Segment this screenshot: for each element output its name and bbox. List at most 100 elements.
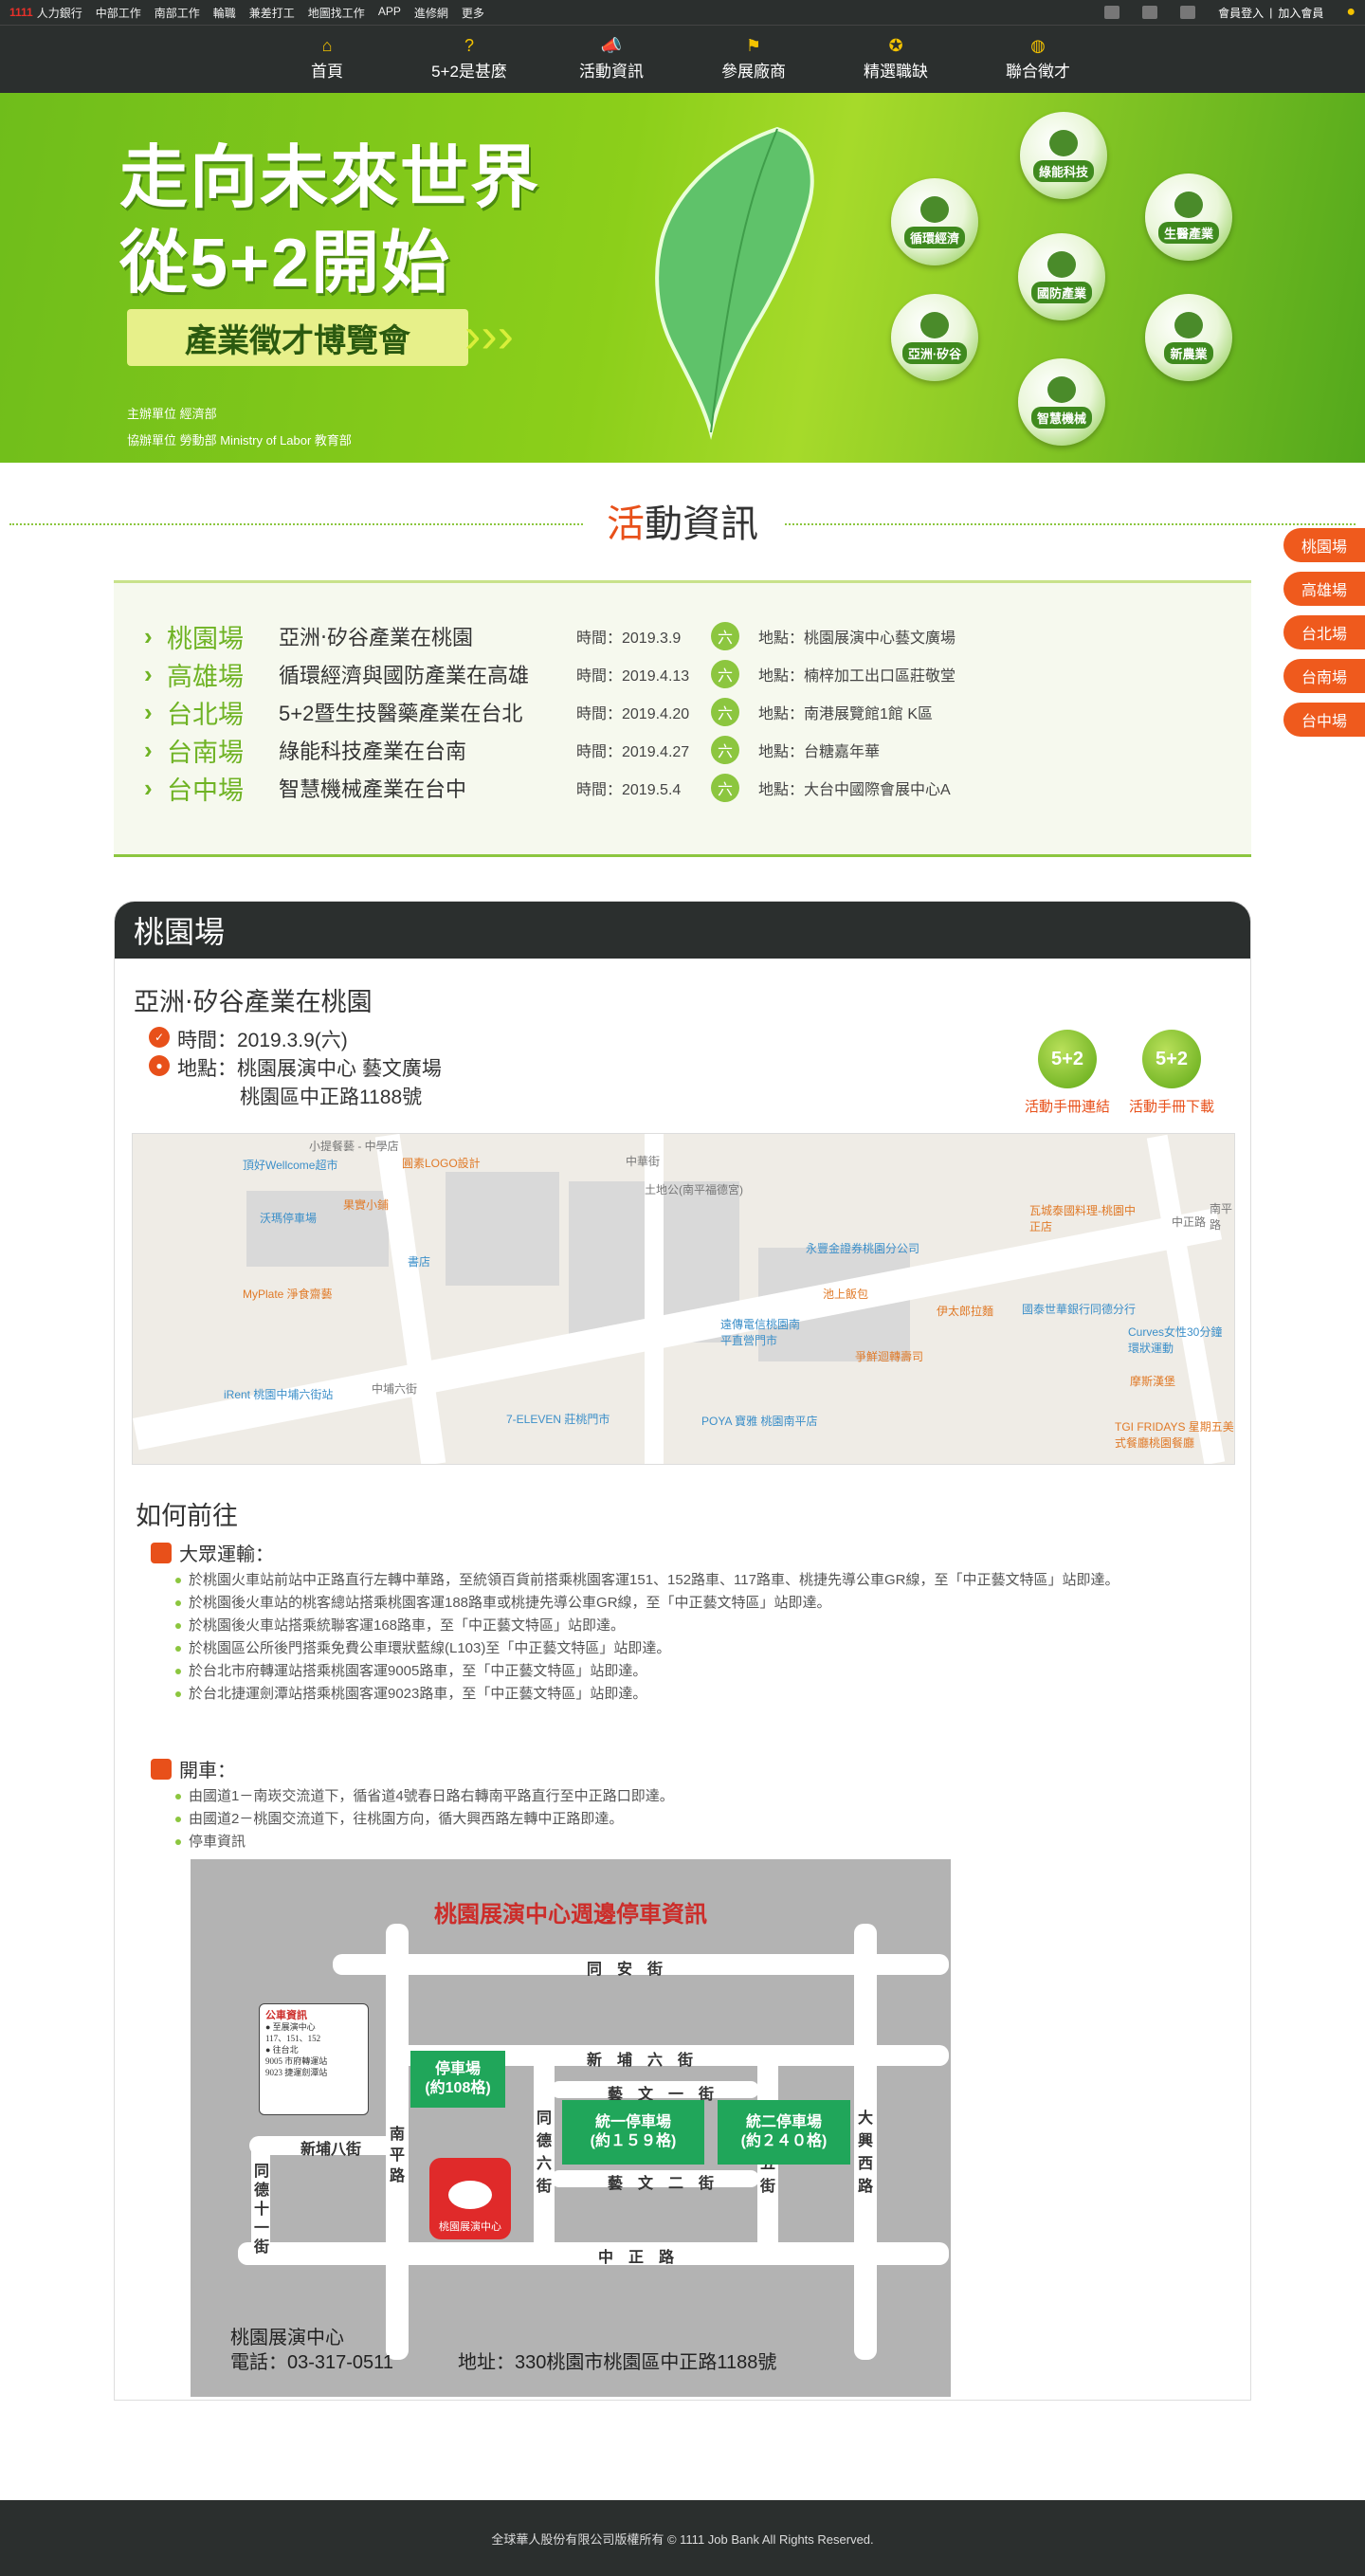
bubble-circular-economy[interactable]: 循環經濟 [891,178,978,265]
bus-info-note: 公車資訊 ● 至展演中心 117、151、152 ● 往台北 9005 市府轉運… [259,2003,369,2115]
home-icon: ⌂ [321,36,333,55]
schedule-city[interactable]: 桃園場 [167,618,279,655]
side-tab-tainan[interactable]: 台南場 [1283,659,1365,693]
chevron-right-icon: › [144,697,153,726]
schedule-city[interactable]: 台北場 [167,694,279,731]
schedule-row[interactable]: › 台南場 綠能科技產業在台南 時間：2019.4.27 六 地點：台糖嘉年華 [144,735,880,767]
venue-side-tabs: 桃園場 高雄場 台北場 台南場 台中場 [1283,528,1365,737]
list-item: 於台北市府轉運站搭乘桃園客運9005路車，至「中正藝文特區」站即達。 [175,1660,1228,1683]
venue-address: 桃園區中正路1188號 [240,1087,423,1108]
map-label: 遠傳電信桃園南平直營門市 [720,1318,801,1347]
map-label: 摩斯漢堡 [1130,1375,1176,1388]
venue-logo: 桃園展演中心 [429,2158,511,2239]
rocket-icon [1047,250,1076,278]
copyright-text: 全球華人股份有限公司版權所有 © 1111 Job Bank All Right… [491,2531,874,2547]
banner-headline-2: 從5+2開始 [119,226,452,301]
divider: | [1269,6,1273,19]
schedule-row[interactable]: › 台北場 5+2暨生技醫藥產業在台北 時間：2019.4.20 六 地點：南港展覽館1館… [144,697,933,729]
location-pin-icon: ● [149,1055,170,1076]
schedule-city[interactable]: 台南場 [167,732,279,769]
map-label: POYA 寶雅 桃園南平店 [701,1415,818,1428]
map-label: TGI FRIDAYS 星期五美式餐廳桃園餐廳 [1115,1420,1234,1450]
chevron-right-icon: › [144,735,153,764]
nav-item-events[interactable]: 📣 活動資訊 [540,26,682,93]
bubble-new-agriculture[interactable]: 新農業 [1145,294,1232,381]
schedule-theme: 智慧機械產業在台中 [279,777,467,801]
bubble-smart-machinery[interactable]: 智慧機械 [1018,358,1105,446]
nav-item-exhibitors[interactable]: ⚑ 參展廠商 [682,26,825,93]
handbook-link-label: 活動手冊連結 [1024,1099,1110,1115]
top-link-south[interactable]: 南部工作 [155,5,200,21]
side-tab-taichung[interactable]: 台中場 [1283,703,1365,737]
nav-label: 活動資訊 [579,63,644,81]
bubble-label: 生醫產業 [1157,221,1219,244]
document-icon[interactable] [1142,6,1158,19]
nav-label: 參展廠商 [721,63,786,81]
badge-icon: ✪ [888,36,903,55]
nav-item-jobs[interactable]: ✪ 精選職缺 [825,26,967,93]
side-tab-kaohsiung[interactable]: 高雄場 [1283,572,1365,606]
schedule-time: 時間：2019.4.20 [576,706,690,722]
chevron-right-icon: › [144,621,153,650]
schedule-row[interactable]: › 高雄場 循環經濟與國防產業在高雄 時間：2019.4.13 六 地點：楠梓加工出口區莊… [144,659,956,691]
weekday-badge: 六 [711,622,739,650]
nav-item-home[interactable]: ⌂ 首頁 [256,26,398,93]
member-login-link[interactable]: 會員登入 [1218,5,1264,21]
nav-item-joint[interactable]: ◍ 聯合徵才 [967,26,1109,93]
parking-lot-3: 統二停車場 (約２４０格) [718,2100,850,2165]
side-tab-taipei[interactable]: 台北場 [1283,615,1365,649]
schedule-row[interactable]: › 桃園場 亞洲‧矽谷產業在桃園 時間：2019.3.9 六 地點：桃園展演中心藝文廣場 [144,621,956,653]
chevrons-icon: ››› [464,308,514,363]
bubble-defense[interactable]: 國防產業 [1018,233,1105,320]
bubble-asia-silicon-valley[interactable]: 亞洲·矽谷 [891,294,978,381]
site-logo[interactable]: 1111 [9,6,33,19]
map-label: 7-ELEVEN 莊桃門市 [506,1413,610,1426]
parking-diagram: 桃園展演中心週邊停車資訊 同 安 街 新 埔 六 街 藝 文 一 街 藝 文 二… [191,1859,951,2397]
top-link-map-job[interactable]: 地圖找工作 [308,5,365,21]
map-label: 爭鮮迴轉壽司 [855,1350,924,1363]
side-tab-taoyuan[interactable]: 桃園場 [1283,528,1365,562]
schedule-time: 時間：2019.4.13 [576,668,690,685]
road-zhongzheng [238,2242,949,2265]
top-link-central[interactable]: 中部工作 [96,5,141,21]
schedule-city[interactable]: 台中場 [167,770,279,807]
nav-item-what[interactable]: ? 5+2是甚麼 [398,26,540,93]
road-label-tongde11: 同德十一街 [254,2164,270,2256]
sprout-icon [1174,311,1203,338]
top-link-bank[interactable]: 人力銀行 [37,5,82,21]
map-label: iRent 桃園中埔六街站 [224,1388,334,1401]
venue-event-name: 亞洲‧矽谷產業在桃園 [134,988,373,1016]
parking-lot-1: 停車場 (約108格) [410,2051,505,2108]
schedule-row[interactable]: › 台中場 智慧機械產業在台中 時間：2019.5.4 六 地點：大台中國際會展中心A [144,773,951,805]
join-member-link[interactable]: 加入會員 [1278,5,1323,21]
title-highlight: 活 [607,503,645,545]
venue-time: 時間：2019.3.9(六) [177,1030,348,1051]
location-map[interactable]: 小提餐藝 - 中學店 土地公(南平福德宮) 中正路 南平路 中埔六街 中華街 圓… [132,1133,1235,1465]
schedule-time: 時間：2019.3.9 [576,630,682,647]
road-label-tongde6: 同德六街 [537,2110,553,2195]
bubble-label: 國防產業 [1030,281,1092,303]
bubble-biomedical[interactable]: 生醫產業 [1145,174,1232,261]
globe-icon: ◍ [1030,36,1046,55]
top-links: 人力銀行 中部工作 南部工作 輪職 兼差打工 地圖找工作 APP 進修網 更多 [37,5,484,21]
handbook-download-button[interactable]: 5+2 活動手冊下載 [1110,1030,1233,1116]
user-icon[interactable]: ● [1346,4,1356,21]
road-label: 新 埔 六 街 [587,2053,694,2069]
top-link-rotation[interactable]: 輪職 [213,5,236,21]
top-link-study[interactable]: 進修網 [414,5,448,21]
road-label: 藝 文 二 街 [608,2176,715,2192]
map-label: 書店 [408,1255,431,1269]
schedule-city[interactable]: 高雄場 [167,656,279,693]
bubble-green-energy[interactable]: 綠能科技 [1020,112,1107,199]
drive-title: 開車： [179,1761,236,1781]
venue-time-row: ✓ 時間：2019.3.9(六) [149,1025,348,1053]
briefcase-icon[interactable] [1180,6,1196,19]
top-link-more[interactable]: 更多 [462,5,484,21]
top-link-parttime[interactable]: 兼差打工 [249,5,295,21]
map-label: 國泰世華銀行同德分行 [1022,1303,1137,1316]
schedule-theme: 5+2暨生技醫藥產業在台北 [279,702,523,725]
top-link-app[interactable]: APP [378,5,401,21]
bell-icon[interactable] [1104,6,1120,19]
schedule-time: 時間：2019.5.4 [576,782,682,798]
train-icon [151,1542,172,1563]
